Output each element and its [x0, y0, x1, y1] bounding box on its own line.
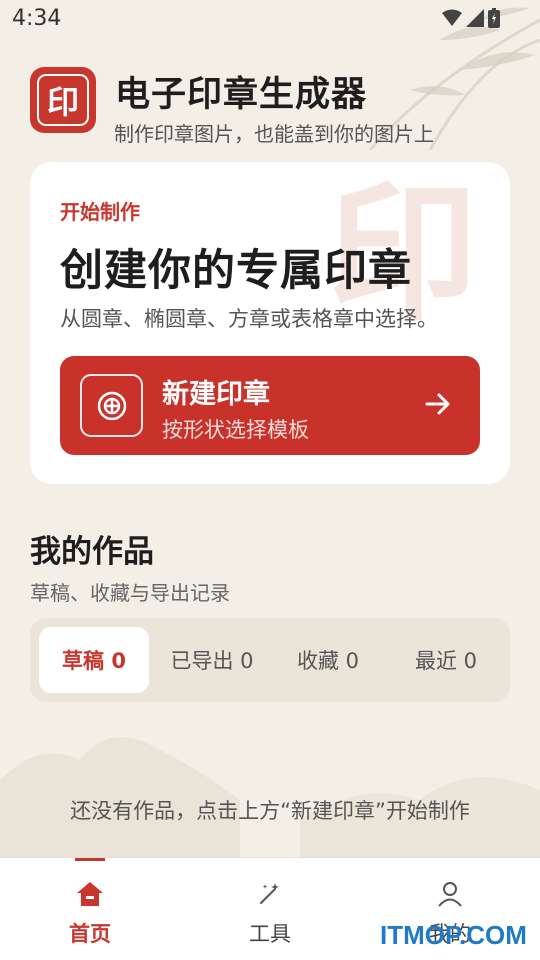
app-title: 电子印章生成器 [115, 75, 368, 115]
nav-home-label: 首页 [69, 922, 111, 946]
card-heading: 创建你的专属印章 [60, 246, 412, 296]
status-time: 4:34 [12, 6, 62, 31]
arrow-right-icon [425, 393, 450, 415]
card-description: 从圆章、椭圆章、方章或表格章中选择。 [60, 307, 438, 331]
card-kicker: 开始制作 [60, 200, 140, 224]
new-seal-button[interactable]: 新建印章 按形状选择模板 [60, 356, 480, 455]
person-icon [434, 878, 466, 910]
tab-recent[interactable]: 最近 0 [391, 627, 501, 693]
home-icon [74, 878, 106, 910]
empty-state-text: 还没有作品，点击上方“新建印章”开始制作 [70, 799, 470, 823]
site-watermark: ITMOP.COM [380, 920, 527, 950]
works-tabs: 草稿 0 已导出 0 收藏 0 最近 0 [30, 618, 510, 702]
nav-tools-label: 工具 [249, 922, 291, 946]
create-seal-card: 印 开始制作 创建你的专属印章 从圆章、椭圆章、方章或表格章中选择。 新建印章 … [30, 162, 510, 484]
wifi-icon [442, 9, 462, 26]
nav-tools[interactable]: 工具 [180, 858, 360, 960]
works-subtitle: 草稿、收藏与导出记录 [30, 581, 230, 605]
battery-icon [488, 8, 500, 28]
new-seal-button-title: 新建印章 [162, 379, 270, 410]
new-seal-button-subtitle: 按形状选择模板 [162, 418, 309, 442]
tab-favorites[interactable]: 收藏 0 [273, 627, 383, 693]
status-icons [442, 8, 500, 28]
nav-active-indicator [75, 858, 105, 861]
magic-wand-icon [254, 878, 286, 910]
works-title: 我的作品 [30, 534, 154, 570]
tab-drafts[interactable]: 草稿 0 [39, 627, 149, 693]
signal-icon [466, 9, 484, 27]
tab-exported[interactable]: 已导出 0 [157, 627, 267, 693]
seal-icon [80, 374, 143, 437]
nav-home[interactable]: 首页 [0, 858, 180, 960]
logo-char: 印 [37, 74, 89, 126]
status-bar: 4:34 [0, 0, 540, 38]
app-subtitle: 制作印章图片，也能盖到你的图片上 [114, 122, 434, 146]
app-logo: 印 [30, 67, 96, 133]
mountain-decoration [0, 737, 540, 860]
